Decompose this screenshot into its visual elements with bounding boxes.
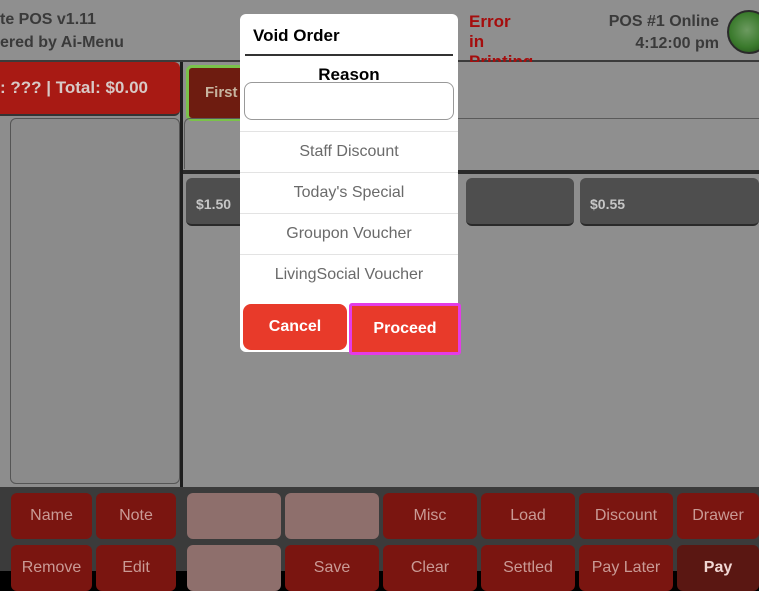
note-button[interactable]: Note [96, 493, 176, 539]
title-divider [245, 54, 453, 56]
settled-button[interactable]: Settled [481, 545, 575, 591]
remove-button[interactable]: Remove [11, 545, 92, 591]
reason-option-staff-discount[interactable]: Staff Discount [240, 131, 458, 172]
discount-button[interactable]: Discount [579, 493, 673, 539]
status-light-icon [727, 10, 759, 54]
menu-item-price: $1.50 [196, 196, 232, 212]
name-button[interactable]: Name [11, 493, 92, 539]
tab-first-label: First [205, 84, 238, 101]
order-items-list[interactable] [10, 118, 180, 484]
menu-item-price: $0.55 [590, 196, 626, 212]
clear-button[interactable]: Clear [383, 545, 477, 591]
cancel-button[interactable]: Cancel [243, 304, 347, 350]
proceed-button[interactable]: Proceed [349, 303, 461, 355]
blank-button[interactable] [285, 493, 379, 539]
pos-online-text: POS #1 Online [608, 13, 719, 30]
order-summary-bar[interactable]: : ??? | Total: $0.00 [0, 62, 180, 116]
reason-option-livingsocial-voucher[interactable]: LivingSocial Voucher [240, 254, 458, 295]
menu-item-button[interactable]: $0.55 [580, 178, 759, 226]
app-title: te POS v1.11 [0, 11, 97, 28]
blank-button[interactable] [187, 545, 281, 591]
save-button[interactable]: Save [285, 545, 379, 591]
void-order-dialog: Void Order Reason Staff Discount Today's… [240, 14, 461, 355]
blank-button[interactable] [187, 493, 281, 539]
pay-later-button[interactable]: Pay Later [579, 545, 673, 591]
reason-option-todays-special[interactable]: Today's Special [240, 172, 458, 213]
drawer-button[interactable]: Drawer [677, 493, 759, 539]
menu-item-button[interactable] [466, 178, 574, 226]
powered-by-text: ered by Ai-Menu [0, 34, 124, 51]
action-bar: Name Note Misc Load Discount Drawer Remo… [0, 487, 759, 591]
order-summary-text: : ??? | Total: $0.00 [0, 78, 149, 97]
clock-text: 4:12:00 pm [635, 35, 719, 52]
pay-button[interactable]: Pay [677, 545, 759, 591]
misc-button[interactable]: Misc [383, 493, 477, 539]
reason-input[interactable] [244, 82, 454, 120]
pos-status: POS #1 Online 4:12:00 pm [609, 11, 719, 55]
reason-option-groupon-voucher[interactable]: Groupon Voucher [240, 213, 458, 254]
edit-button[interactable]: Edit [96, 545, 176, 591]
load-button[interactable]: Load [481, 493, 575, 539]
dialog-title: Void Order [253, 26, 340, 45]
